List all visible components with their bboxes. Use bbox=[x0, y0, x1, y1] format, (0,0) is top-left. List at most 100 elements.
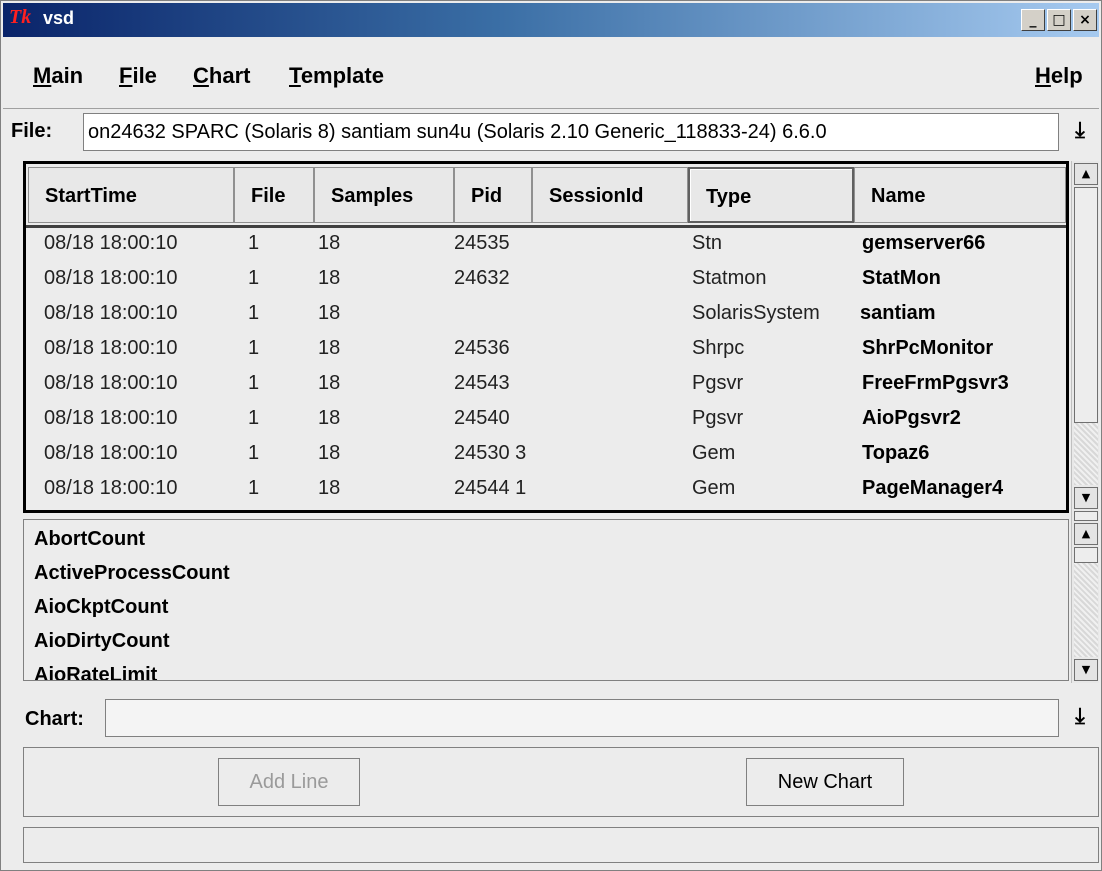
cell-starttime: 08/18 18:00:10 bbox=[44, 267, 178, 289]
list-item[interactable]: AbortCount bbox=[34, 528, 145, 551]
menu-main[interactable]: Main bbox=[33, 63, 83, 89]
maximize-button[interactable]: □ bbox=[1047, 9, 1071, 31]
cell-pid: 24530 3 bbox=[454, 442, 527, 464]
menu-help[interactable]: Help bbox=[1035, 63, 1083, 89]
table-row[interactable]: 08/18 18:00:10 1 18 24543 Pgsvr FreeFrmP… bbox=[26, 366, 1066, 401]
cell-name: PageManager4 bbox=[862, 477, 1004, 499]
menu-template[interactable]: Template bbox=[289, 63, 384, 89]
cell-starttime: 08/18 18:00:10 bbox=[44, 442, 178, 464]
cell-type: Pgsvr bbox=[692, 407, 744, 429]
cell-name: ShrPcMonitor bbox=[862, 337, 994, 359]
cell-type: SolarisSystem bbox=[692, 302, 820, 324]
tk-logo-icon: Tk bbox=[9, 6, 32, 28]
cell-samples: 18 bbox=[318, 267, 341, 289]
cell-file: 1 bbox=[248, 302, 260, 324]
cell-pid: 24543 bbox=[454, 372, 510, 394]
status-bar bbox=[23, 827, 1099, 863]
column-header-pid[interactable]: Pid bbox=[454, 167, 532, 223]
chart-dropdown-icon[interactable]: ⤓ bbox=[1065, 700, 1095, 736]
cell-starttime: 08/18 18:00:10 bbox=[44, 477, 178, 499]
column-header-file[interactable]: File bbox=[234, 167, 314, 223]
window-title: vsd bbox=[43, 8, 75, 28]
process-table: StartTime File Samples Pid SessionId Typ… bbox=[23, 161, 1069, 513]
cell-pid: 24540 bbox=[454, 407, 510, 429]
table-scrollbar[interactable]: ▲ ▼ bbox=[1071, 161, 1099, 513]
scrollbar-track[interactable] bbox=[1074, 423, 1098, 485]
cell-name: gemserver66 bbox=[862, 232, 986, 254]
cell-type: Statmon bbox=[692, 267, 767, 289]
cell-samples: 18 bbox=[318, 407, 341, 429]
cell-samples: 18 bbox=[318, 442, 341, 464]
table-row[interactable]: 08/18 18:00:10 1 18 24540 Pgsvr AioPgsvr… bbox=[26, 401, 1066, 436]
pane-sash-handle[interactable] bbox=[1074, 511, 1098, 521]
new-chart-button[interactable]: New Chart bbox=[746, 758, 904, 806]
cell-file: 1 bbox=[248, 337, 260, 359]
cell-file: 1 bbox=[248, 267, 260, 289]
cell-type: Stn bbox=[692, 232, 723, 254]
cell-samples: 18 bbox=[318, 337, 341, 359]
scroll-down-arrow-icon[interactable]: ▼ bbox=[1074, 487, 1098, 509]
cell-starttime: 08/18 18:00:10 bbox=[44, 372, 178, 394]
chart-combobox[interactable] bbox=[105, 699, 1059, 737]
button-panel: Add Line New Chart bbox=[23, 747, 1099, 817]
cell-name: StatMon bbox=[862, 267, 941, 289]
column-header-samples[interactable]: Samples bbox=[314, 167, 454, 223]
scrollbar-thumb[interactable] bbox=[1074, 187, 1098, 423]
cell-type: Shrpc bbox=[692, 337, 745, 359]
cell-file: 1 bbox=[248, 477, 260, 499]
cell-type: Pgsvr bbox=[692, 372, 744, 394]
scrollbar-thumb[interactable] bbox=[1074, 547, 1098, 563]
table-row[interactable]: 08/18 18:00:10 1 18 SolarisSystem santia… bbox=[26, 296, 1066, 331]
cell-name: AioPgsvr2 bbox=[862, 407, 961, 429]
table-row[interactable]: 08/18 18:00:10 1 18 24544 1 Gem PageMana… bbox=[26, 471, 1066, 506]
scroll-up-arrow-icon[interactable]: ▲ bbox=[1074, 523, 1098, 545]
file-combobox[interactable]: on24632 SPARC (Solaris 8) santiam sun4u … bbox=[83, 113, 1059, 151]
cell-samples: 18 bbox=[318, 232, 341, 254]
cell-name: Topaz6 bbox=[862, 442, 930, 464]
table-row[interactable]: 08/18 18:00:10 1 18 24632 Statmon StatMo… bbox=[26, 261, 1066, 296]
table-row[interactable]: 08/18 18:00:10 1 18 24530 3 Gem Topaz6 bbox=[26, 436, 1066, 471]
column-header-starttime[interactable]: StartTime bbox=[28, 167, 234, 223]
cell-name: FreeFrmPgsvr3 bbox=[862, 372, 1009, 394]
scroll-down-arrow-icon[interactable]: ▼ bbox=[1074, 659, 1098, 681]
cell-file: 1 bbox=[248, 372, 260, 394]
scroll-up-arrow-icon[interactable]: ▲ bbox=[1074, 163, 1098, 185]
column-header-name[interactable]: Name bbox=[854, 167, 1066, 223]
list-item[interactable]: AioRateLimit bbox=[34, 664, 157, 680]
add-line-button[interactable]: Add Line bbox=[218, 758, 360, 806]
table-row[interactable]: 08/18 18:00:10 1 18 24536 Shrpc ShrPcMon… bbox=[26, 331, 1066, 366]
stat-list-scrollbar[interactable]: ▲ ▼ bbox=[1071, 511, 1099, 683]
cell-samples: 18 bbox=[318, 372, 341, 394]
cell-pid: 24632 bbox=[454, 267, 510, 289]
cell-pid: 24535 bbox=[454, 232, 510, 254]
menu-chart[interactable]: Chart bbox=[193, 63, 250, 89]
cell-file: 1 bbox=[248, 442, 260, 464]
close-button[interactable]: × bbox=[1073, 9, 1097, 31]
cell-name: santiam bbox=[860, 302, 936, 324]
app-window: Tk vsd _ □ × Main File Chart Template He… bbox=[0, 0, 1102, 871]
cell-pid: 24544 1 bbox=[454, 477, 527, 499]
scrollbar-track[interactable] bbox=[1074, 563, 1098, 657]
cell-pid: 24536 bbox=[454, 337, 510, 359]
cell-starttime: 08/18 18:00:10 bbox=[44, 302, 178, 324]
title-bar[interactable]: Tk vsd _ □ × bbox=[3, 3, 1099, 37]
list-item[interactable]: ActiveProcessCount bbox=[34, 562, 230, 585]
column-header-type[interactable]: Type bbox=[688, 167, 854, 223]
file-dropdown-icon[interactable]: ⤓ bbox=[1065, 114, 1095, 150]
cell-samples: 18 bbox=[318, 302, 341, 324]
menu-bar: Main File Chart Template Help bbox=[3, 41, 1099, 109]
cell-starttime: 08/18 18:00:10 bbox=[44, 232, 178, 254]
cell-file: 1 bbox=[248, 232, 260, 254]
table-row[interactable]: 08/18 18:00:10 1 18 24535 Stn gemserver6… bbox=[26, 226, 1066, 261]
minimize-button[interactable]: _ bbox=[1021, 9, 1045, 31]
column-header-sessionid[interactable]: SessionId bbox=[532, 167, 688, 223]
cell-type: Gem bbox=[692, 477, 736, 499]
stat-list: AbortCount ActiveProcessCount AioCkptCou… bbox=[23, 519, 1069, 681]
cell-type: Gem bbox=[692, 442, 736, 464]
menu-file[interactable]: File bbox=[119, 63, 157, 89]
cell-samples: 18 bbox=[318, 477, 341, 499]
table-header: StartTime File Samples Pid SessionId Typ… bbox=[26, 164, 1066, 228]
list-item[interactable]: AioDirtyCount bbox=[34, 630, 170, 653]
list-item[interactable]: AioCkptCount bbox=[34, 596, 168, 619]
cell-starttime: 08/18 18:00:10 bbox=[44, 407, 178, 429]
